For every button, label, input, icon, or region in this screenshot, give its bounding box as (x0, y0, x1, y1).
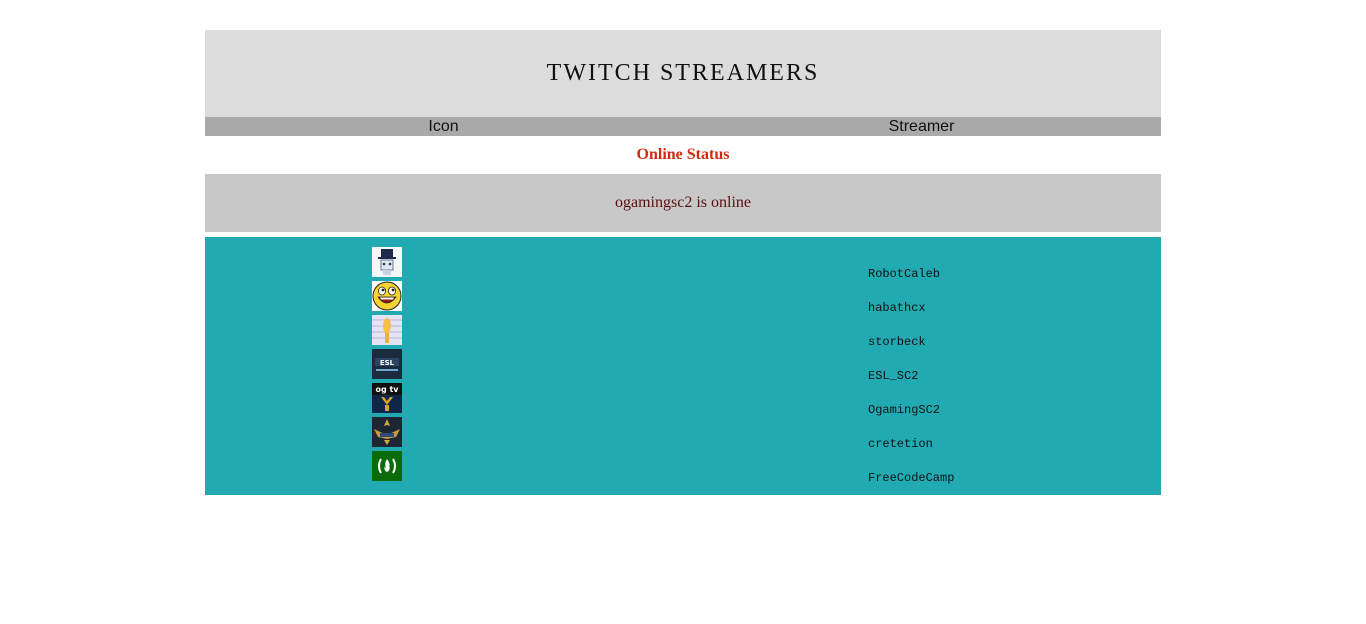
online-status-message: ogamingsc2 is online (615, 194, 751, 211)
list-item[interactable]: cretetion (205, 417, 1161, 451)
streamer-name[interactable]: storbeck (868, 335, 926, 349)
striped-figure-icon[interactable] (372, 315, 402, 345)
column-streamer-label: Streamer (888, 118, 955, 135)
svg-text:ESL: ESL (380, 359, 395, 367)
freecodecamp-logo-icon[interactable] (372, 451, 402, 481)
list-item[interactable]: og tv OgamingSC2 (205, 383, 1161, 417)
streamer-name[interactable]: ESL_SC2 (868, 369, 918, 383)
app-container: TWITCH STREAMERS Icon Streamer Online St… (205, 30, 1161, 495)
ogtv-logo-icon[interactable]: og tv (372, 383, 402, 413)
list-item[interactable]: RobotCaleb (205, 247, 1161, 281)
streamer-name[interactable]: FreeCodeCamp (868, 471, 954, 485)
column-icon-label: Icon (428, 118, 459, 135)
list-item[interactable]: FreeCodeCamp (205, 451, 1161, 485)
streamer-name[interactable]: habathcx (868, 301, 926, 315)
streamer-name[interactable]: cretetion (868, 437, 933, 451)
online-status-heading: Online Status (636, 146, 730, 163)
awesome-face-icon[interactable] (372, 281, 402, 311)
streamer-name[interactable]: OgamingSC2 (868, 403, 940, 417)
online-status-box: ogamingsc2 is online (205, 174, 1161, 232)
top-hat-robot-icon[interactable] (372, 247, 402, 277)
streamer-list: RobotCaleb habathcx storbeck ESL ESL_SC2… (205, 237, 1161, 495)
esl-logo-icon[interactable]: ESL (372, 349, 402, 379)
streamer-name[interactable]: RobotCaleb (868, 267, 940, 281)
list-item[interactable]: ESL ESL_SC2 (205, 349, 1161, 383)
page-title: TWITCH STREAMERS (546, 60, 820, 86)
column-header-bar: Icon Streamer (205, 117, 1161, 136)
winged-badge-icon[interactable] (372, 417, 402, 447)
list-item[interactable]: storbeck (205, 315, 1161, 349)
list-item[interactable]: habathcx (205, 281, 1161, 315)
page-header: TWITCH STREAMERS (205, 30, 1161, 117)
svg-text:og tv: og tv (375, 385, 399, 394)
